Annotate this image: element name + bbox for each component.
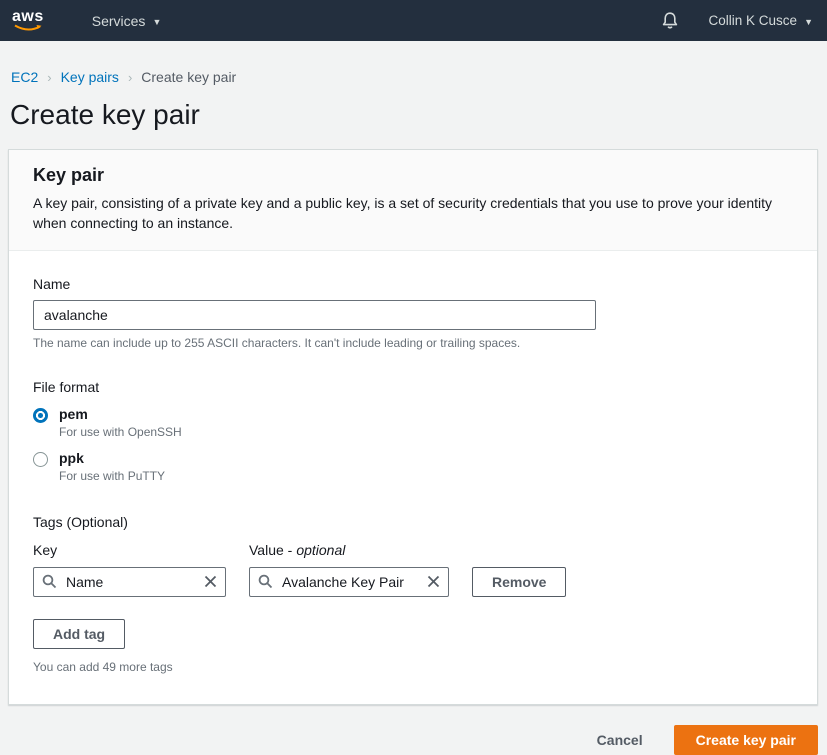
radio-option-ppk-text: ppk For use with PuTTY (59, 450, 165, 483)
breadcrumb-current-page: Create key pair (141, 69, 236, 85)
card-body: Name The name can include up to 255 ASCI… (9, 251, 817, 704)
name-field-group: Name The name can include up to 255 ASCI… (33, 276, 793, 350)
tag-value-column-header: Value -optional (249, 542, 449, 558)
user-menu[interactable]: Collin K Cusce ▼ (709, 13, 813, 28)
remaining-tags-text: You can add 49 more tags (33, 660, 793, 674)
key-pair-card: Key pair A key pair, consisting of a pri… (8, 149, 818, 705)
tag-editor-grid: Key Value -optional (33, 542, 793, 597)
tag-value-header-optional: optional (296, 542, 345, 558)
tags-section-label: Tags (Optional) (33, 514, 793, 530)
top-navigation-bar: aws Services ▼ Collin K Cusce ▼ (0, 0, 827, 41)
breadcrumb: EC2 › Key pairs › Create key pair (0, 41, 827, 85)
form-actions: Cancel Create key pair (0, 705, 827, 755)
name-label: Name (33, 276, 793, 292)
services-label: Services (92, 13, 146, 29)
tag-key-column-header: Key (33, 542, 226, 558)
breadcrumb-link-key-pairs[interactable]: Key pairs (61, 69, 119, 85)
aws-logo-text: aws (12, 9, 44, 24)
tags-section: Tags (Optional) Key Value -optional (33, 514, 793, 674)
remove-tag-button[interactable]: Remove (472, 567, 566, 597)
create-key-pair-button[interactable]: Create key pair (674, 725, 818, 755)
add-tag-button[interactable]: Add tag (33, 619, 125, 649)
aws-logo[interactable]: aws (12, 9, 44, 33)
radio-ppk-label: ppk (59, 450, 165, 466)
tag-key-input-wrapper (33, 567, 226, 597)
radio-unselected-icon[interactable] (33, 452, 48, 467)
card-description: A key pair, consisting of a private key … (33, 193, 793, 233)
radio-option-pem-text: pem For use with OpenSSH (59, 406, 182, 439)
radio-selected-icon[interactable] (33, 408, 48, 423)
services-menu[interactable]: Services ▼ (92, 13, 162, 29)
aws-smile-icon (13, 24, 43, 33)
radio-option-pem[interactable]: pem For use with OpenSSH (33, 406, 793, 439)
chevron-right-icon: › (47, 70, 51, 85)
clear-key-icon[interactable] (198, 570, 222, 594)
clear-value-icon[interactable] (421, 570, 445, 594)
name-input[interactable] (33, 300, 596, 330)
name-constraint-text: The name can include up to 255 ASCII cha… (33, 336, 793, 350)
chevron-right-icon: › (128, 70, 132, 85)
tag-value-input[interactable] (249, 567, 449, 597)
radio-pem-label: pem (59, 406, 182, 422)
topnav-right-group: Collin K Cusce ▼ (661, 11, 813, 30)
radio-option-ppk[interactable]: ppk For use with PuTTY (33, 450, 793, 483)
card-title: Key pair (33, 165, 793, 186)
tag-value-header-text: Value - (249, 542, 292, 558)
radio-pem-description: For use with OpenSSH (59, 425, 182, 439)
page-title: Create key pair (10, 99, 817, 131)
caret-down-icon: ▼ (152, 17, 161, 27)
radio-ppk-description: For use with PuTTY (59, 469, 165, 483)
file-format-label: File format (33, 379, 793, 395)
tag-value-input-wrapper (249, 567, 449, 597)
caret-down-icon: ▼ (804, 17, 813, 27)
notifications-bell-icon[interactable] (661, 11, 679, 30)
breadcrumb-link-ec2[interactable]: EC2 (11, 69, 38, 85)
user-name: Collin K Cusce (709, 13, 798, 28)
card-header: Key pair A key pair, consisting of a pri… (9, 150, 817, 251)
file-format-group: File format pem For use with OpenSSH ppk… (33, 379, 793, 483)
cancel-button[interactable]: Cancel (597, 732, 643, 748)
